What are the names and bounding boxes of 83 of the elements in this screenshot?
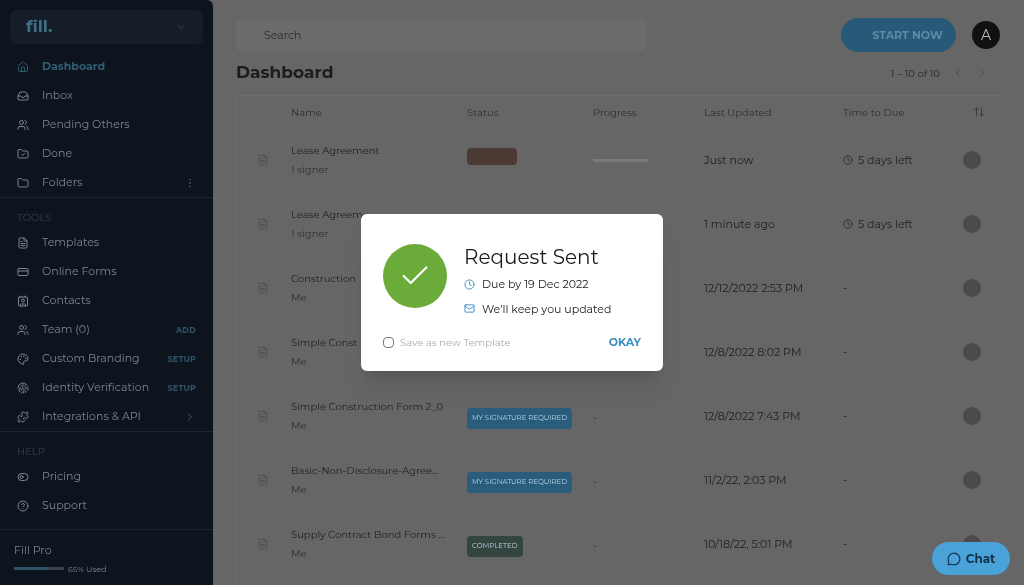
due-text: 5 days left (858, 215, 913, 233)
sidebar-item[interactable]: Identity Verification SETUP (0, 373, 213, 402)
document-icon (257, 282, 269, 294)
checkbox-label: Save as new Template (400, 334, 511, 350)
sidebar-item[interactable]: Online Forms (0, 257, 213, 286)
sidebar-item[interactable]: Custom Branding SETUP (0, 344, 213, 373)
row-avatar (963, 279, 981, 297)
sidebar-item[interactable]: Team (0) ADD (0, 315, 213, 344)
usage-text: 65% Used (68, 562, 107, 575)
updated-text: 10/18/22, 5:01 PM (704, 535, 794, 553)
sidebar-item[interactable]: Support (0, 491, 213, 520)
clock-icon (464, 278, 475, 290)
document-icon (257, 538, 269, 550)
page-title: Dashboard (236, 61, 334, 85)
row-avatar (963, 471, 981, 489)
folder-check-icon (17, 147, 29, 160)
fingerprint-icon (17, 381, 29, 394)
people-icon (17, 118, 29, 131)
sidebar-item[interactable]: Pending Others (0, 110, 213, 139)
home-icon (17, 60, 29, 73)
sidebar-item[interactable]: Inbox (0, 81, 213, 110)
progress-text: - (593, 411, 597, 424)
sidebar-item[interactable]: Pricing (0, 462, 213, 491)
document-name[interactable]: Lease Agreement (291, 143, 467, 158)
logo: fill. (26, 15, 53, 39)
sidebar-item[interactable]: Dashboard (0, 52, 213, 81)
updated-text: Just now (704, 151, 755, 169)
mail-icon (464, 303, 475, 315)
due-text: - (843, 407, 848, 425)
due-text: - (843, 471, 848, 489)
document-icon (257, 346, 269, 358)
folder-icon (17, 176, 29, 189)
sort-icon[interactable] (973, 106, 985, 118)
document-icon (257, 154, 269, 166)
chat-button[interactable]: Chat (932, 542, 1010, 575)
plan-name: Fill Pro (14, 542, 53, 559)
action-link[interactable]: SETUP (167, 381, 196, 394)
people-icon (17, 323, 29, 336)
document-icon (257, 218, 269, 230)
update-note: We’ll keep you updated (482, 300, 612, 317)
due-text: 5 days left (858, 151, 913, 169)
due-text: - (843, 343, 848, 361)
palette-icon (17, 352, 29, 365)
row-avatar (963, 407, 981, 425)
sidebar-item[interactable]: Integrations & API (0, 402, 213, 431)
row-avatar (963, 151, 981, 169)
document-name[interactable]: Basic-Non-Disclosure-Agree... (291, 463, 467, 478)
progress-text: - (593, 475, 597, 488)
help-icon (17, 499, 29, 512)
contact-card-icon (17, 294, 29, 307)
updated-text: 12/8/2022 8:02 PM (704, 343, 803, 361)
user-avatar[interactable]: A (972, 21, 1000, 49)
document-icon (257, 474, 269, 486)
sidebar-item[interactable]: Contacts (0, 286, 213, 315)
action-link[interactable]: SETUP (167, 352, 196, 365)
puzzle-icon (17, 410, 29, 423)
action-link[interactable]: ADD (176, 323, 196, 336)
sidebar-item[interactable]: Done (0, 139, 213, 168)
chat-bubble-icon (946, 551, 961, 566)
due-date-text: Due by 19 Dec 2022 (482, 276, 589, 293)
document-name[interactable]: Supply Contract Bond Forms ... (291, 527, 467, 542)
clock-icon (843, 155, 853, 165)
due-text: - (843, 279, 848, 297)
search-field[interactable]: Search (236, 19, 646, 51)
toggle-icon (17, 470, 29, 483)
dialog-title: Request Sent (464, 244, 600, 270)
updated-text: 11/2/22, 2:03 PM (704, 471, 788, 489)
row-avatar (963, 215, 981, 233)
save-template-checkbox[interactable] (383, 336, 394, 348)
workspace-selector[interactable]: fill. (10, 10, 203, 44)
document-icon (257, 410, 269, 422)
updated-text: 12/8/2022 7:43 PM (704, 407, 802, 425)
form-icon (17, 265, 29, 278)
progress-text: - (593, 539, 597, 552)
row-avatar (963, 343, 981, 361)
inbox-icon (17, 89, 29, 102)
document-icon (17, 236, 29, 249)
sidebar-item[interactable]: Folders (0, 168, 213, 197)
due-text: - (843, 535, 848, 553)
sidebar-item[interactable]: Templates (0, 228, 213, 257)
clock-icon (843, 219, 853, 229)
updated-text: 12/12/2022 2:53 PM (704, 279, 805, 297)
okay-button[interactable]: OKAY (608, 334, 641, 351)
